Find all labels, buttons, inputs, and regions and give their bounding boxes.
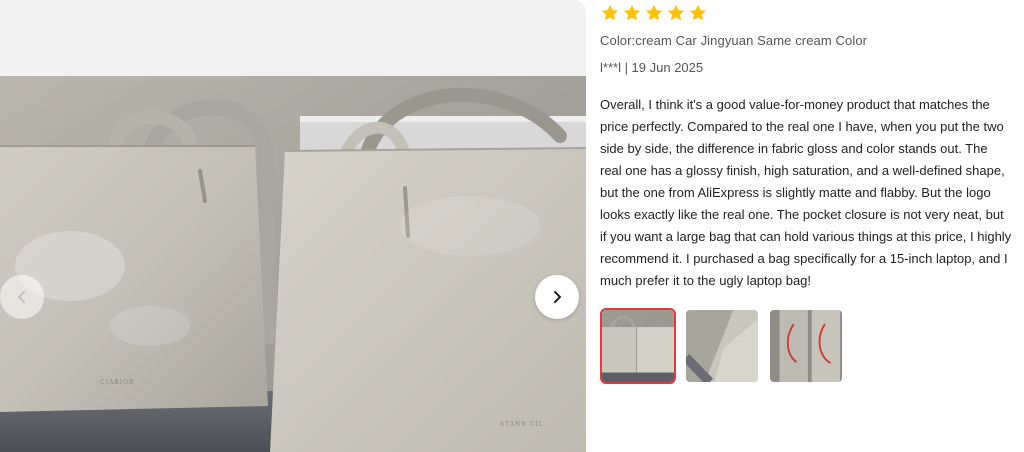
star-icon	[645, 4, 663, 21]
star-icon	[689, 4, 707, 21]
thumbnail-2[interactable]	[684, 308, 760, 384]
product-variant-label: Color:cream Car Jingyuan Same cream Colo…	[600, 33, 868, 48]
right-bag-logo: STANB CIL	[500, 421, 544, 428]
next-image-button[interactable]	[535, 275, 579, 319]
thumbnail-1[interactable]	[600, 308, 676, 384]
review-photo-main: CIABIOR STANB CIL	[0, 76, 586, 452]
review-thumbnails	[600, 308, 844, 384]
star-icon	[667, 4, 685, 21]
star-icon	[601, 4, 619, 21]
thumbnail-3[interactable]	[768, 308, 844, 384]
review-author-date: l***l | 19 Jun 2025	[600, 60, 704, 75]
left-bag-logo: CIABIOR	[100, 379, 135, 386]
review-image-gallery: CIABIOR STANB CIL	[0, 0, 586, 452]
chevron-right-icon	[554, 291, 561, 303]
star-icon	[623, 4, 641, 21]
previous-image-button[interactable]	[0, 275, 44, 319]
chevron-left-icon	[18, 291, 25, 303]
star-rating	[600, 3, 708, 25]
review-text: Overall, I think it's a good value-for-m…	[600, 97, 1012, 288]
review-panel: Color:cream Car Jingyuan Same cream Colo…	[600, 0, 1014, 452]
